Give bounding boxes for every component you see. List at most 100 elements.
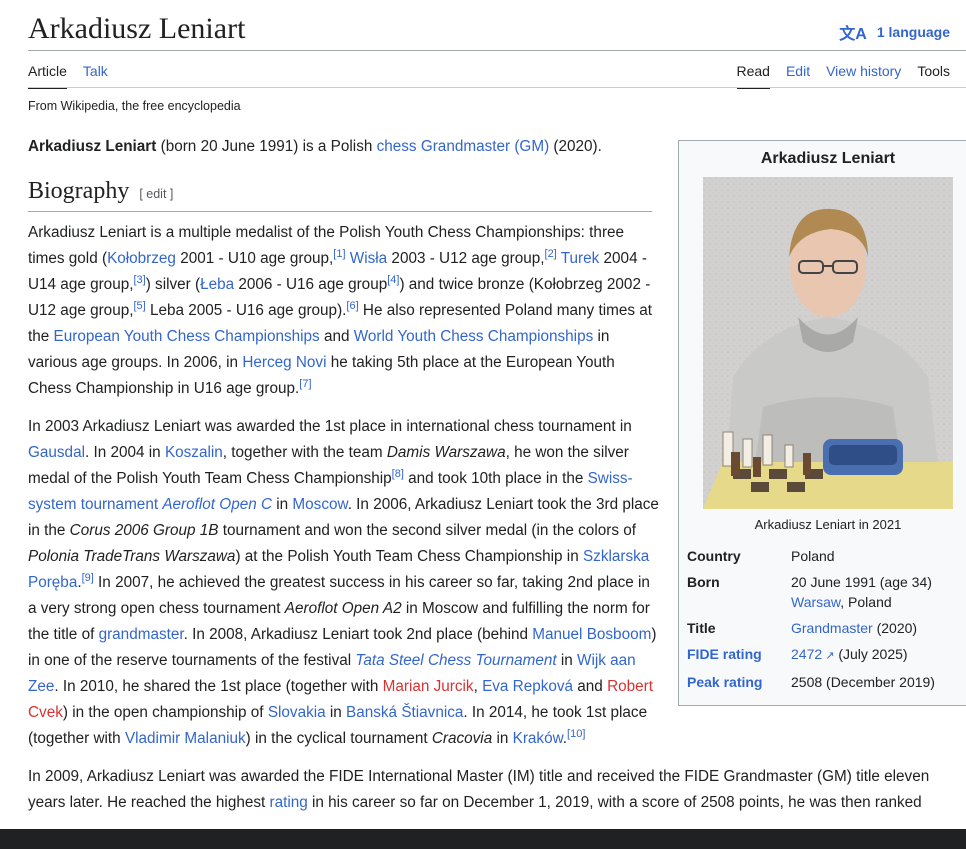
tournament-name: Cracovia bbox=[431, 730, 493, 747]
external-link-icon: ↗ bbox=[822, 650, 835, 662]
infobox: Arkadiusz Leniart Arkadiusz Leniart in 2… bbox=[678, 140, 966, 706]
tournament-name: Corus 2006 Group 1B bbox=[69, 522, 219, 539]
link-aeroflot-open-c[interactable]: Aeroflot Open C bbox=[162, 496, 272, 513]
photo-caption: Arkadiusz Leniart in 2021 bbox=[754, 517, 902, 532]
link-banska-stiavnica[interactable]: Banská Štiavnica bbox=[346, 704, 463, 721]
text: and took 10th place in the bbox=[403, 470, 588, 487]
title-link[interactable]: Grandmaster bbox=[791, 620, 873, 636]
view-tabs: Read Edit View history Tools bbox=[736, 63, 950, 89]
fide-rating-link[interactable]: FIDE rating bbox=[687, 646, 762, 662]
text: in bbox=[325, 704, 347, 721]
text: 2003 - U12 age group, bbox=[387, 250, 545, 267]
intro-text: (born 20 June 1991) is a Polish bbox=[156, 138, 377, 155]
peak-value: 2508 (December 2019) bbox=[791, 674, 935, 690]
ref-6[interactable]: [6] bbox=[346, 300, 358, 312]
section-heading-biography: Biography [ edit ] bbox=[28, 178, 652, 212]
language-button[interactable]: 文A 1 language bbox=[839, 20, 950, 44]
text: in bbox=[492, 730, 513, 747]
ref-5[interactable]: [5] bbox=[133, 300, 145, 312]
text: , bbox=[473, 678, 483, 695]
link-krakow[interactable]: Kraków bbox=[513, 730, 563, 747]
club-name: Polonia TradeTrans Warszawa bbox=[28, 548, 236, 565]
text: ) in the cyclical tournament bbox=[245, 730, 432, 747]
ref-7[interactable]: [7] bbox=[299, 378, 311, 390]
text: . In 2010, he shared the 1st place (toge… bbox=[54, 678, 383, 695]
tab-tools[interactable]: Tools bbox=[917, 63, 950, 89]
ref-4[interactable]: [4] bbox=[387, 274, 399, 286]
text: in his career so far on December 1, 2019… bbox=[307, 794, 922, 811]
infobox-table: Country Poland Born 20 June 1991 (age 34… bbox=[687, 543, 966, 695]
link-tata-steel[interactable]: Tata Steel Chess Tournament bbox=[355, 652, 556, 669]
link-chess-gm[interactable]: chess Grandmaster (GM) bbox=[377, 138, 550, 155]
tab-view-history[interactable]: View history bbox=[826, 63, 901, 89]
text: , together with the team bbox=[222, 444, 387, 461]
ref-2[interactable]: [2] bbox=[545, 248, 557, 260]
subject-name: Arkadiusz Leniart bbox=[28, 138, 157, 155]
link-rating[interactable]: rating bbox=[270, 794, 308, 811]
portrait-photo[interactable] bbox=[703, 177, 953, 509]
text: 2006 - U16 age group bbox=[234, 276, 388, 293]
link-world-youth[interactable]: World Youth Chess Championships bbox=[354, 328, 594, 345]
text: in bbox=[272, 496, 293, 513]
fide-value-link[interactable]: 2472 bbox=[791, 646, 822, 662]
text: ) silver ( bbox=[145, 276, 201, 293]
link-eva-repkova[interactable]: Eva Repková bbox=[482, 678, 573, 695]
text: Leba 2005 - U16 age group). bbox=[145, 302, 347, 319]
title-divider bbox=[28, 50, 966, 51]
ref-3[interactable]: [3] bbox=[133, 274, 145, 286]
text: ) at the Polish Youth Team Chess Champio… bbox=[235, 548, 583, 565]
tab-edit[interactable]: Edit bbox=[786, 63, 810, 89]
text: . In 2004 in bbox=[84, 444, 165, 461]
link-moscow[interactable]: Moscow bbox=[292, 496, 347, 513]
ref-10[interactable]: [10] bbox=[567, 728, 585, 740]
link-grandmaster[interactable]: grandmaster bbox=[99, 626, 184, 643]
link-kolobrzeg[interactable]: Kołobrzeg bbox=[107, 250, 176, 267]
born-country: , Poland bbox=[840, 594, 892, 610]
site-tagline: From Wikipedia, the free encyclopedia bbox=[28, 99, 241, 113]
ref-1[interactable]: [1] bbox=[333, 248, 345, 260]
peak-rating-link[interactable]: Peak rating bbox=[687, 674, 762, 690]
portrait-illustration bbox=[703, 177, 953, 509]
biography-paragraph-3: In 2009, Arkadiusz Leniart was awarded t… bbox=[28, 764, 966, 816]
tab-talk[interactable]: Talk bbox=[83, 63, 108, 89]
country-label: Country bbox=[687, 548, 741, 564]
translate-icon: 文A bbox=[839, 26, 867, 43]
bottom-bar bbox=[0, 829, 966, 849]
ref-8[interactable]: [8] bbox=[392, 468, 404, 480]
link-wisla[interactable]: Wisła bbox=[350, 250, 387, 267]
text: and bbox=[573, 678, 608, 695]
link-gausdal[interactable]: Gausdal bbox=[28, 444, 85, 461]
link-turek[interactable]: Turek bbox=[561, 250, 600, 267]
edit-label: [ edit ] bbox=[139, 187, 174, 201]
text: tournament and won the second silver med… bbox=[218, 522, 636, 539]
text: and bbox=[319, 328, 354, 345]
text: . In 2008, Arkadiusz Leniart took 2nd pl… bbox=[183, 626, 533, 643]
tournament-name: Aeroflot Open A2 bbox=[284, 600, 402, 617]
infobox-row-country: Country Poland bbox=[687, 543, 966, 569]
link-marian-jurcik[interactable]: Marian Jurcik bbox=[383, 678, 474, 695]
team-name: Damis Warszawa bbox=[386, 444, 506, 461]
born-city-link[interactable]: Warsaw bbox=[791, 594, 840, 610]
tab-read[interactable]: Read bbox=[736, 63, 770, 89]
tab-article[interactable]: Article bbox=[28, 63, 67, 89]
infobox-row-fide: FIDE rating 2472 ↗ (July 2025) bbox=[687, 641, 966, 669]
link-manuel-bosboom[interactable]: Manuel Bosboom bbox=[532, 626, 651, 643]
edit-section-link[interactable]: [ edit ] bbox=[139, 187, 173, 201]
link-slovakia[interactable]: Slovakia bbox=[268, 704, 326, 721]
infobox-row-title: Title Grandmaster (2020) bbox=[687, 615, 966, 641]
link-european-youth[interactable]: European Youth Chess Championships bbox=[54, 328, 320, 345]
link-koszalin[interactable]: Koszalin bbox=[165, 444, 223, 461]
intro-text-end: (2020). bbox=[549, 138, 602, 155]
ref-9[interactable]: [9] bbox=[82, 572, 94, 584]
namespace-tabs: Article Talk bbox=[28, 63, 108, 89]
title-year: (2020) bbox=[872, 620, 918, 636]
tabs-divider bbox=[28, 87, 966, 88]
link-vladimir-malaniuk[interactable]: Vladimir Malaniuk bbox=[125, 730, 246, 747]
title-label: Title bbox=[687, 620, 716, 636]
link-leba[interactable]: Łeba bbox=[200, 276, 234, 293]
link-herceg-novi[interactable]: Herceg Novi bbox=[242, 354, 326, 371]
text: in bbox=[556, 652, 578, 669]
infobox-row-born: Born 20 June 1991 (age 34) Warsaw, Polan… bbox=[687, 569, 966, 615]
infobox-title: Arkadiusz Leniart bbox=[760, 150, 896, 167]
fide-date: (July 2025) bbox=[834, 646, 908, 662]
